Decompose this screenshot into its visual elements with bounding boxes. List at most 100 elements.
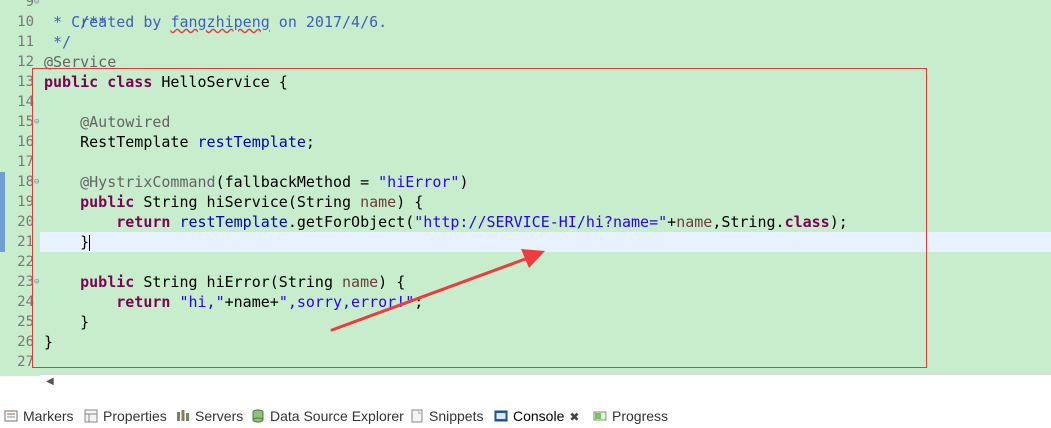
code-text: ,String. <box>712 213 785 231</box>
parameter-name: name <box>342 273 379 291</box>
code-line: public class HelloService { <box>44 72 288 92</box>
fold-toggle-icon[interactable]: ⊖ <box>34 0 40 12</box>
code-text: (fallbackMethod = <box>215 173 379 191</box>
tab-label: Console <box>513 408 565 424</box>
keyword: class <box>784 213 830 231</box>
console-icon <box>494 408 508 422</box>
horizontal-scrollbar[interactable]: ◀ <box>40 374 1051 391</box>
markers-icon <box>4 408 18 422</box>
line-number-gutter: 9 10 11 12 13 14 15 16 17 18 19 20 21 22… <box>0 0 40 376</box>
line-number: 27 <box>17 354 34 370</box>
code-text: + <box>667 213 677 231</box>
line-number: 11 <box>17 34 34 50</box>
tab-snippets[interactable]: Snippets <box>410 406 483 426</box>
field-name: restTemplate <box>197 133 306 151</box>
line-number: 15 <box>17 114 34 130</box>
line-number: 18 <box>17 174 34 190</box>
keyword: public <box>80 193 135 211</box>
line-number: 19 <box>17 194 34 210</box>
progress-icon <box>593 408 607 422</box>
line-number: 9 <box>25 0 34 10</box>
tab-label: Markers <box>23 408 74 424</box>
code-text: +name+ <box>224 293 279 311</box>
class-name: HelloService { <box>152 73 288 91</box>
comment-author: fangzhipeng <box>170 13 270 31</box>
code-line: return "hi,"+name+",sorry,error!"; <box>44 292 423 312</box>
tab-servers[interactable]: Servers <box>176 406 243 426</box>
keyword: class <box>107 73 153 91</box>
code-line: } <box>44 312 89 332</box>
line-number: 10 <box>17 14 34 30</box>
code-line: RestTemplate restTemplate; <box>44 132 315 152</box>
code-line: return restTemplate.getForObject("http:/… <box>44 212 848 232</box>
tab-label: Data Source Explorer <box>270 408 404 424</box>
code-text: } <box>44 333 54 351</box>
snippets-icon <box>410 408 424 423</box>
fold-toggle-icon[interactable]: ⊖ <box>34 172 40 192</box>
code-line: } <box>44 232 91 252</box>
bottom-view-tabs: Markers Properties Servers Data Source E… <box>0 404 1051 426</box>
code-line: public String hiError(String name) { <box>44 272 405 292</box>
field-name: restTemplate <box>179 213 288 231</box>
comment-text: */ <box>44 33 72 51</box>
line-number: 22 <box>17 254 34 270</box>
code-text: String hiService(String <box>134 193 361 211</box>
current-line-highlight <box>40 232 1051 252</box>
keyword: return <box>116 293 171 311</box>
code-text: } <box>80 313 90 331</box>
annotation: @Service <box>44 53 117 71</box>
keyword: return <box>116 213 171 231</box>
code-line: */ <box>44 32 71 52</box>
string-literal: "hi," <box>179 293 225 311</box>
annotation: @Autowired <box>80 113 171 131</box>
tab-label: Progress <box>612 408 669 424</box>
tab-label: Properties <box>103 408 167 424</box>
scroll-left-icon[interactable]: ◀ <box>46 376 54 387</box>
line-number: 21 <box>17 234 34 250</box>
line-number: 26 <box>17 334 34 350</box>
parameter-name: name <box>676 213 713 231</box>
fold-toggle-icon[interactable]: ⊖ <box>34 112 40 132</box>
code-line: * Created by fangzhipeng on 2017/4/6. <box>44 12 387 32</box>
code-editor[interactable]: 9 10 11 12 13 14 15 16 17 18 19 20 21 22… <box>0 0 1051 376</box>
line-number: 14 <box>17 94 34 110</box>
code-text: .getForObject( <box>287 213 415 231</box>
tab-data-source-explorer[interactable]: Data Source Explorer <box>251 406 404 426</box>
code-line: /** <box>44 0 107 31</box>
string-literal: "hiError" <box>378 173 460 191</box>
code-text: String hiError(String <box>134 273 343 291</box>
code-text: ) <box>459 173 469 191</box>
type-name: RestTemplate <box>80 133 198 151</box>
tab-markers[interactable]: Markers <box>4 406 74 426</box>
code-line: } <box>44 332 53 352</box>
tab-properties[interactable]: Properties <box>84 406 167 426</box>
code-text: ) { <box>396 193 424 211</box>
code-text: ) { <box>378 273 406 291</box>
code-line: @HystrixCommand(fallbackMethod = "hiErro… <box>44 172 468 192</box>
line-number: 16 <box>17 134 34 150</box>
tab-progress[interactable]: Progress <box>593 406 668 426</box>
properties-icon <box>84 408 98 423</box>
text-caret <box>89 234 91 251</box>
comment-text: * Created by <box>44 13 171 31</box>
keyword: public <box>80 273 135 291</box>
keyword: public <box>44 73 99 91</box>
line-number: 24 <box>17 294 34 310</box>
string-literal: "http://SERVICE-HI/hi?name=" <box>414 213 668 231</box>
comment-text: on 2017/4/6. <box>269 13 388 31</box>
line-number: 13 <box>17 74 34 90</box>
string-literal: ",sorry,error!" <box>278 293 415 311</box>
tab-label: Snippets <box>429 408 484 424</box>
servers-icon <box>176 408 190 422</box>
parameter-name: name <box>360 193 397 211</box>
code-line: public String hiService(String name) { <box>44 192 423 212</box>
code-line: @Service <box>44 52 116 72</box>
fold-toggle-icon[interactable]: ⊖ <box>34 272 40 292</box>
punctuation: ; <box>305 133 315 151</box>
annotation: @HystrixCommand <box>80 173 216 191</box>
code-text: ); <box>829 213 848 231</box>
data-source-explorer-icon <box>251 408 265 423</box>
code-text: } <box>80 233 90 251</box>
tab-console[interactable]: Console ✖ <box>494 406 579 426</box>
close-icon[interactable]: ✖ <box>569 410 579 424</box>
